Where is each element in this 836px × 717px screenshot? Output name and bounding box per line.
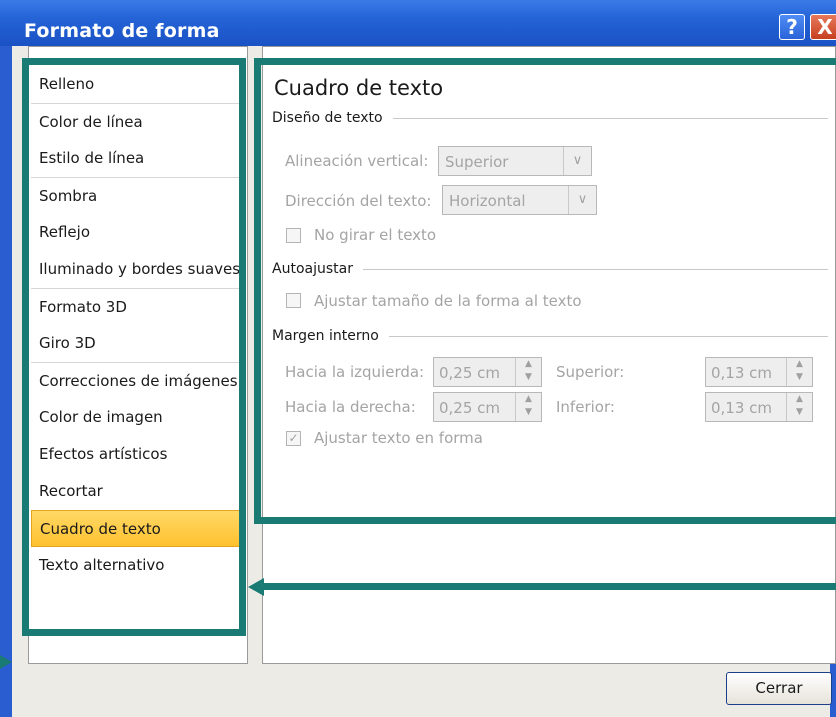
wrap-text-label: Ajustar texto en forma [314, 429, 483, 447]
title-bar: Formato de forma ? X [0, 0, 836, 46]
section-margen-interno: Margen interno [272, 328, 828, 344]
no-rotate-label: No girar el texto [314, 226, 437, 244]
chevron-down-icon: ∨ [563, 147, 591, 175]
section-divider [388, 335, 828, 337]
section-autoajustar: Autoajustar [272, 261, 828, 277]
sidebar-item-relleno[interactable]: Relleno [31, 66, 241, 103]
margin-right-label: Hacia la derecha: [285, 398, 416, 416]
vertical-alignment-label: Alineación vertical: [285, 152, 429, 170]
spin-arrows-icon[interactable]: ▲ ▼ [515, 393, 541, 421]
window-title: Formato de forma [24, 20, 220, 42]
stepper-value: 0,13 cm [711, 364, 773, 382]
panel-title: Cuadro de texto [274, 76, 444, 100]
section-divider [392, 117, 828, 119]
select-value: Horizontal [449, 192, 526, 210]
checkmark-icon: ✓ [288, 431, 299, 445]
close-window-button[interactable]: X [810, 14, 836, 40]
margin-left-stepper[interactable]: 0,25 cm ▲ ▼ [433, 357, 542, 387]
sidebar-item-estilo-de-linea[interactable]: Estilo de línea [31, 140, 241, 177]
select-value: Superior [445, 153, 509, 171]
margin-top-stepper[interactable]: 0,13 cm ▲ ▼ [705, 357, 813, 387]
resize-shape-checkbox[interactable] [286, 293, 301, 308]
callout-arrowhead-icon [248, 578, 264, 596]
sidebar-item-correcciones[interactable]: Correcciones de imágenes [31, 362, 241, 399]
sidebar-item-formato-3d[interactable]: Formato 3D [31, 288, 241, 325]
stepper-value: 0,25 cm [439, 399, 501, 417]
sidebar-item-recortar[interactable]: Recortar [31, 473, 241, 510]
sidebar-item-sombra[interactable]: Sombra [31, 177, 241, 214]
sidebar-item-giro-3d[interactable]: Giro 3D [31, 325, 241, 362]
category-list: Relleno Color de línea Estilo de línea S… [31, 66, 241, 584]
sidebar-item-iluminado[interactable]: Iluminado y bordes suaves [31, 251, 241, 288]
help-button[interactable]: ? [779, 14, 805, 40]
sidebar-item-color-de-linea[interactable]: Color de línea [31, 103, 241, 140]
sidebar-item-texto-alternativo[interactable]: Texto alternativo [31, 547, 241, 584]
resize-shape-label: Ajustar tamaño de la forma al texto [314, 292, 582, 310]
spin-arrows-icon[interactable]: ▲ ▼ [786, 358, 812, 386]
stepper-value: 0,13 cm [711, 399, 773, 417]
section-diseno-de-texto: Diseño de texto [272, 110, 828, 126]
vertical-alignment-select[interactable]: Superior ∨ [438, 146, 592, 176]
sidebar-item-color-de-imagen[interactable]: Color de imagen [31, 399, 241, 436]
margin-right-stepper[interactable]: 0,25 cm ▲ ▼ [433, 392, 542, 422]
chevron-down-icon: ∨ [568, 186, 596, 214]
callout-arrow-line [262, 583, 836, 590]
callout-arrowhead-icon [0, 655, 24, 669]
section-heading: Diseño de texto [272, 110, 383, 126]
margin-bottom-label: Inferior: [556, 398, 615, 416]
section-divider [362, 268, 828, 270]
spin-arrows-icon[interactable]: ▲ ▼ [786, 393, 812, 421]
close-button[interactable]: Cerrar [726, 672, 832, 705]
sidebar-item-reflejo[interactable]: Reflejo [31, 214, 241, 251]
margin-bottom-stepper[interactable]: 0,13 cm ▲ ▼ [705, 392, 813, 422]
sidebar-item-cuadro-de-texto[interactable]: Cuadro de texto [31, 510, 241, 547]
section-heading: Margen interno [272, 328, 379, 344]
text-direction-label: Dirección del texto: [285, 192, 432, 210]
section-heading: Autoajustar [272, 261, 353, 277]
no-rotate-checkbox[interactable] [286, 228, 301, 243]
margin-left-label: Hacia la izquierda: [285, 363, 425, 381]
wrap-text-checkbox[interactable]: ✓ [286, 431, 301, 446]
settings-panel [262, 46, 836, 664]
text-direction-select[interactable]: Horizontal ∨ [442, 185, 597, 215]
window-frame-left [0, 46, 12, 717]
sidebar-item-efectos-artisticos[interactable]: Efectos artísticos [31, 436, 241, 473]
stepper-value: 0,25 cm [439, 364, 501, 382]
spin-arrows-icon[interactable]: ▲ ▼ [515, 358, 541, 386]
margin-top-label: Superior: [556, 363, 625, 381]
